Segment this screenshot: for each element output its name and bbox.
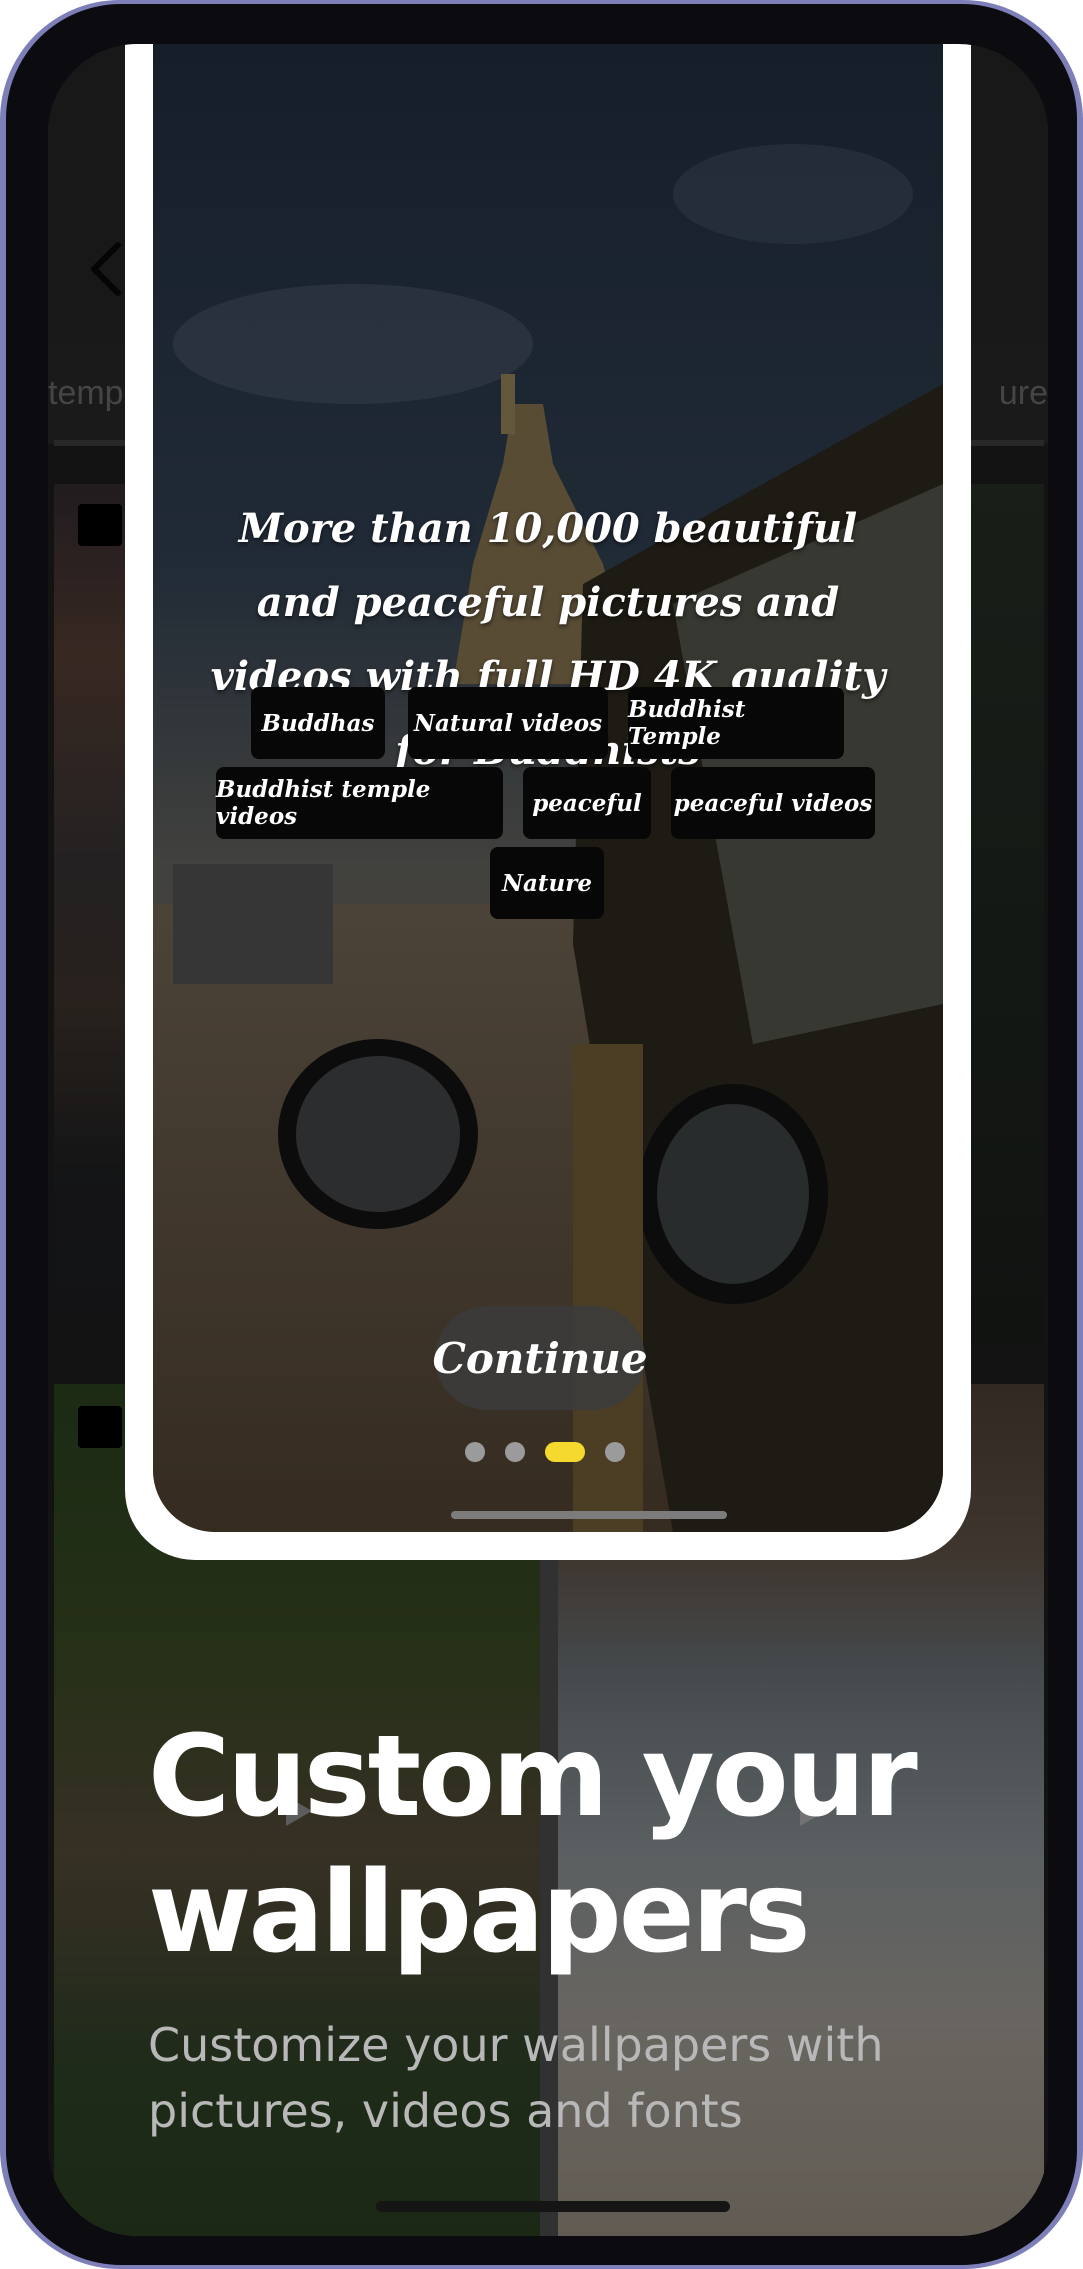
hero-subtext: Customize your wallpapers with pictures,… xyxy=(148,2018,884,2138)
tile-badge xyxy=(78,1406,122,1448)
phone-screen: temp ure More than 10,000 beautiful and … xyxy=(48,44,1048,2236)
tag-chip[interactable]: Buddhist temple videos xyxy=(216,767,503,839)
home-indicator[interactable] xyxy=(376,2201,730,2212)
hero-headline-line1: Custom your xyxy=(148,1712,918,1842)
tag-chip[interactable]: Nature xyxy=(490,847,604,919)
preview-home-indicator xyxy=(451,1511,727,1519)
tab-label-left[interactable]: temp xyxy=(48,374,124,413)
tag-chip[interactable]: Natural videos xyxy=(408,687,608,759)
back-arrow-icon[interactable] xyxy=(86,239,126,299)
tag-chip[interactable]: Buddhas xyxy=(251,687,385,759)
hero-headline: Custom your wallpapers xyxy=(148,1709,918,1981)
hero-headline-line2: wallpapers xyxy=(148,1848,811,1978)
pagination-dot[interactable] xyxy=(605,1442,625,1462)
pagination-dot[interactable] xyxy=(465,1442,485,1462)
pagination-dot-active[interactable] xyxy=(545,1442,585,1462)
tag-chip[interactable]: Buddhist Temple xyxy=(628,687,844,759)
continue-button[interactable]: Continue xyxy=(432,1306,648,1410)
tag-chip[interactable]: peaceful videos xyxy=(671,767,875,839)
pagination-dot[interactable] xyxy=(505,1442,525,1462)
tag-chip[interactable]: peaceful xyxy=(523,767,651,839)
device-frame: temp ure More than 10,000 beautiful and … xyxy=(0,0,1083,2269)
tile-badge xyxy=(78,504,122,546)
preview-card-screen: More than 10,000 beautiful and peaceful … xyxy=(153,44,943,1532)
device-bezel: temp ure More than 10,000 beautiful and … xyxy=(6,4,1077,2265)
tab-label-right[interactable]: ure xyxy=(999,374,1048,413)
